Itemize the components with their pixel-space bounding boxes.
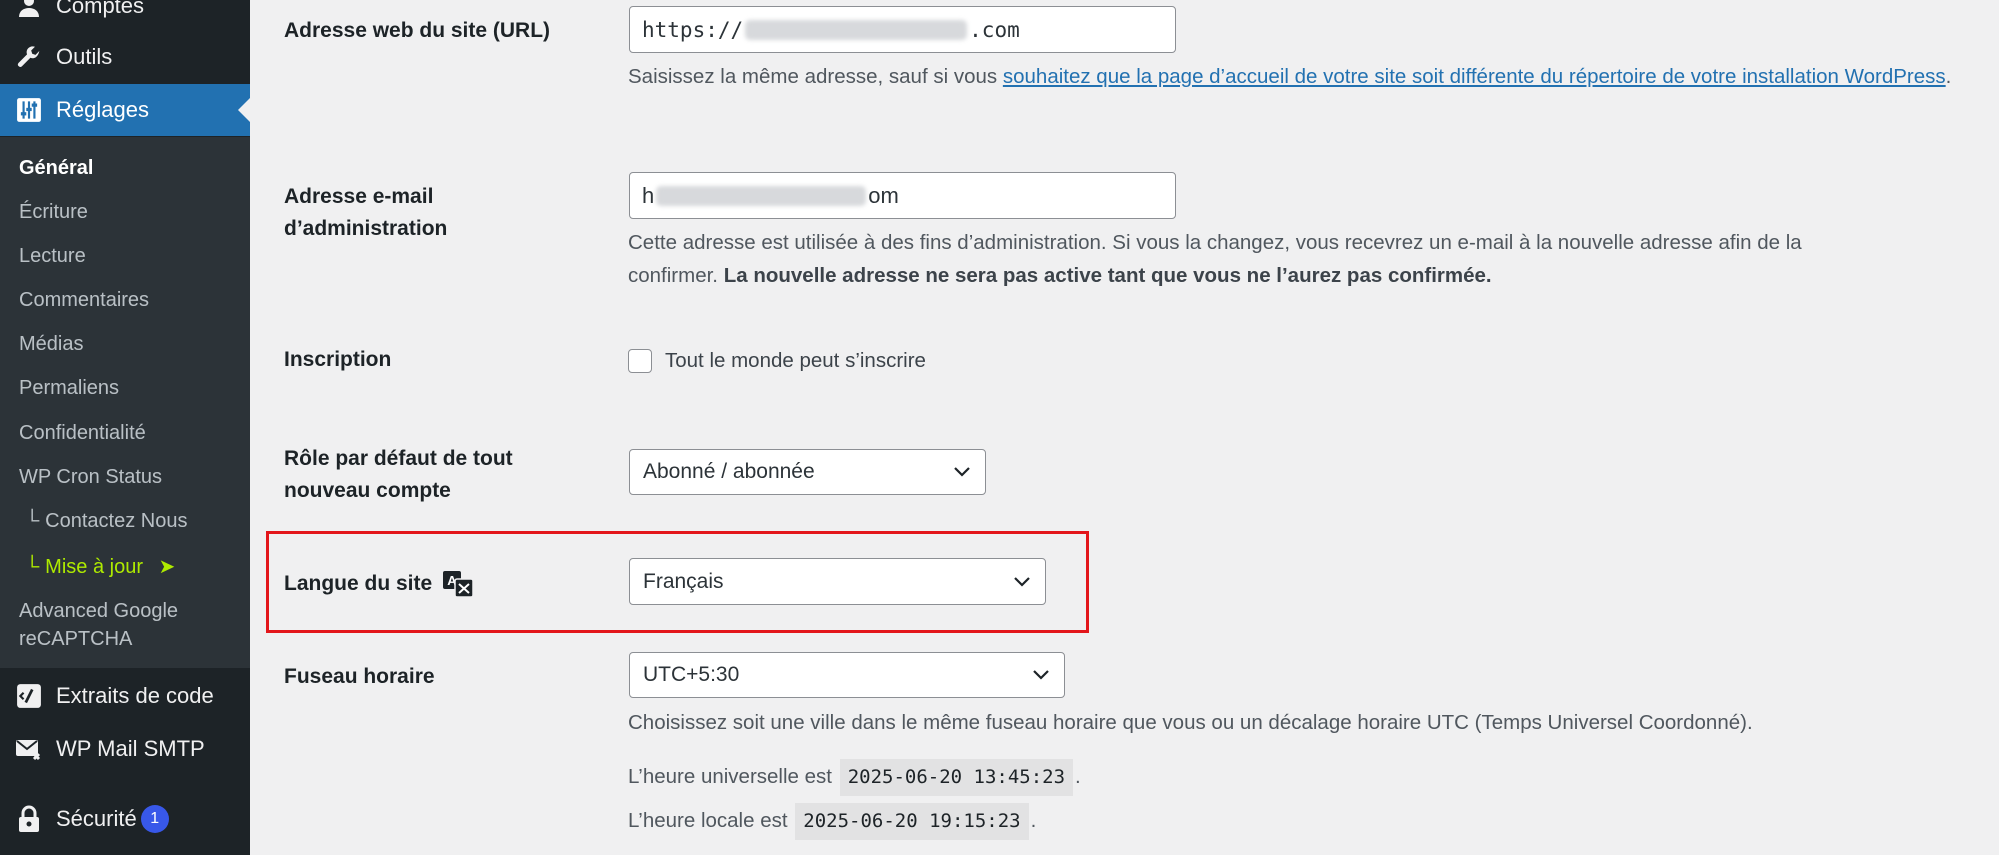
arrow-right-icon: ➤ — [158, 556, 176, 578]
wrench-icon — [14, 42, 44, 72]
site-language-select[interactable]: Français — [629, 558, 1046, 605]
admin-email-desc-warning: La nouvelle adresse ne sera pas active t… — [723, 264, 1492, 287]
menu-label: Réglages — [56, 97, 149, 122]
site-url-input[interactable]: https:// .com — [629, 6, 1176, 53]
submenu-item-ecriture[interactable]: Écriture — [19, 201, 88, 224]
utc-time-label: L’heure universelle est — [628, 765, 832, 788]
site-url-prefix: https:// — [642, 17, 744, 42]
lock-icon — [14, 804, 44, 834]
menu-label: Outils — [56, 44, 113, 69]
child-indent-icon: └ — [25, 510, 40, 532]
utc-time-row: L’heure universelle est 2025-06-20 13:45… — [628, 759, 1081, 796]
menu-extraits-de-code[interactable]: Extraits de code — [0, 670, 250, 722]
timezone-selected: UTC+5:30 — [643, 663, 740, 686]
site-url-desc-text: Saisissez la même adresse, sauf si vous — [628, 65, 1003, 88]
child-indent-icon: └ — [25, 556, 40, 578]
submenu-item-mise-a-jour[interactable]: └ Mise à jour ➤ — [19, 554, 175, 579]
timezone-description: Choisissez soit une ville dans le même f… — [628, 711, 1753, 734]
settings-submenu: Général Écriture Lecture Commentaires Mé… — [0, 137, 250, 668]
default-role-select[interactable]: Abonné / abonnée — [629, 449, 986, 495]
default-role-label: Rôle par défaut de tout nouveau compte — [284, 443, 513, 507]
submenu-item-label-line1: Advanced Google — [19, 600, 179, 622]
admin-email-description: Cette adresse est utilisée à des fins d’… — [628, 226, 1978, 292]
menu-reglages[interactable]: Réglages — [0, 84, 250, 136]
admin-email-label-line1: Adresse e-mail — [284, 185, 434, 208]
admin-email-label-line2: d’administration — [284, 217, 448, 240]
menu-label: Extraits de code — [56, 683, 214, 708]
admin-email-suffix: om — [868, 182, 899, 208]
menu-wp-mail-smtp[interactable]: WP Mail SMTP — [0, 723, 250, 775]
notification-badge: 1 — [140, 805, 169, 833]
site-url-desc-period: . — [1945, 65, 1952, 88]
menu-securite[interactable]: Sécurité 1 — [0, 793, 250, 845]
menu-label: WP Mail SMTP — [56, 736, 205, 761]
submenu-item-lecture[interactable]: Lecture — [19, 245, 86, 268]
menu-label: Comptes — [56, 0, 145, 18]
menu-comptes[interactable]: Comptes — [0, 0, 250, 32]
chevron-down-icon — [1011, 571, 1033, 593]
translation-icon: A — [442, 570, 474, 598]
submenu-item-label-line2: reCAPTCHA — [19, 628, 133, 650]
submenu-item-contactez-nous[interactable]: └ Contactez Nous — [19, 510, 187, 533]
site-url-help-link[interactable]: souhaitez que la page d’accueil de votre… — [1003, 65, 1946, 88]
admin-email-desc-line2: confirmer. — [628, 264, 724, 287]
site-language-label: Langue du site A — [284, 568, 474, 600]
admin-sidebar: Comptes Outils Réglages Général Écriture… — [0, 0, 250, 855]
submenu-item-wp-cron-status[interactable]: WP Cron Status — [19, 466, 162, 489]
submenu-item-label: Contactez Nous — [45, 510, 188, 532]
timezone-label: Fuseau horaire — [284, 665, 435, 688]
membership-checkbox-label[interactable]: Tout le monde peut s’inscrire — [665, 344, 926, 377]
admin-email-desc-line1: Cette adresse est utilisée à des fins d’… — [628, 231, 1802, 254]
site-url-label: Adresse web du site (URL) — [284, 19, 551, 42]
settings-sliders-icon — [14, 95, 44, 125]
menu-label: Sécurité — [56, 806, 137, 831]
default-role-label-line2: nouveau compte — [284, 479, 451, 502]
chevron-down-icon — [951, 461, 973, 483]
redacted-text — [745, 19, 968, 40]
code-snippets-icon — [14, 681, 44, 711]
submenu-item-medias[interactable]: Médias — [19, 333, 83, 356]
redacted-text — [656, 185, 867, 206]
site-language-label-text: Langue du site — [284, 572, 433, 595]
admin-email-input[interactable]: h om — [629, 172, 1176, 219]
default-role-label-line1: Rôle par défaut de tout — [284, 447, 513, 470]
utc-time-period: . — [1075, 765, 1081, 788]
local-time-label: L’heure locale est — [628, 809, 788, 832]
membership-checkbox[interactable] — [628, 349, 652, 373]
local-time-value: 2025-06-20 19:15:23 — [795, 803, 1029, 840]
submenu-item-general[interactable]: Général — [19, 157, 93, 180]
submenu-item-advanced-google-recaptcha[interactable]: Advanced Google reCAPTCHA — [19, 597, 178, 653]
membership-label: Inscription — [284, 348, 392, 371]
menu-outils[interactable]: Outils — [0, 31, 250, 83]
local-time-row: L’heure locale est 2025-06-20 19:15:23. — [628, 803, 1036, 840]
site-url-description: Saisissez la même adresse, sauf si vous … — [628, 60, 1978, 93]
submenu-item-commentaires[interactable]: Commentaires — [19, 289, 149, 312]
default-role-selected: Abonné / abonnée — [643, 460, 815, 483]
admin-email-prefix: h — [642, 182, 655, 208]
site-language-selected: Français — [643, 569, 724, 593]
submenu-item-permaliens[interactable]: Permaliens — [19, 377, 119, 400]
chevron-down-icon — [1030, 664, 1052, 686]
submenu-item-confidentialite[interactable]: Confidentialité — [19, 422, 146, 445]
utc-time-value: 2025-06-20 13:45:23 — [839, 759, 1074, 796]
admin-email-label: Adresse e-mail d’administration — [284, 181, 447, 245]
user-icon — [14, 0, 44, 21]
mail-icon — [14, 734, 44, 764]
local-time-period: . — [1030, 809, 1037, 832]
submenu-item-label: Mise à jour — [45, 556, 143, 578]
timezone-select[interactable]: UTC+5:30 — [629, 652, 1065, 698]
site-url-suffix: .com — [969, 17, 1020, 42]
